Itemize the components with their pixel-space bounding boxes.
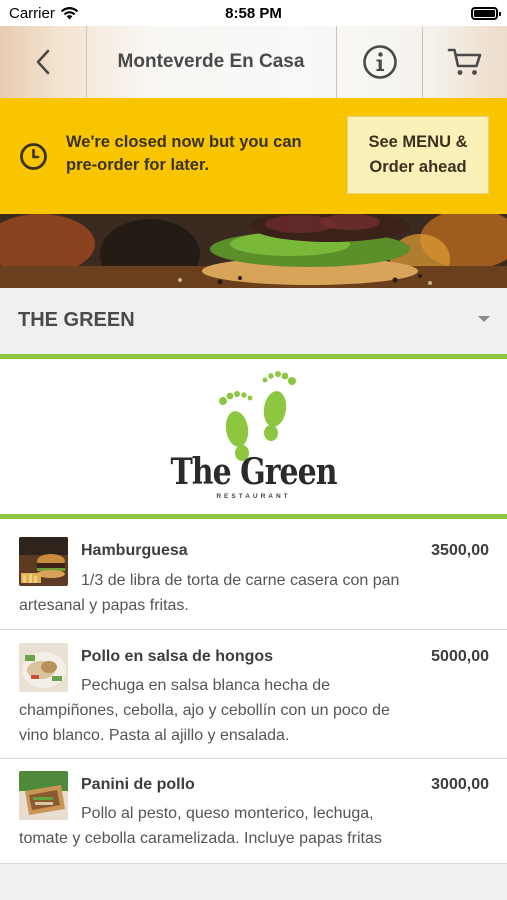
menu-item-name: Panini de pollo bbox=[81, 776, 195, 793]
logo-subtitle: RESTAURANT bbox=[216, 493, 291, 500]
menu-item-description: Pollo al pesto, queso monterico, lechuga… bbox=[19, 805, 382, 847]
info-button[interactable] bbox=[337, 26, 422, 98]
footprints-logo-icon bbox=[219, 371, 296, 461]
back-button[interactable] bbox=[0, 26, 86, 98]
menu-item-name: Hamburguesa bbox=[81, 542, 188, 559]
menu-list: Hamburguesa 3500,00 1/3 de libra de tort… bbox=[0, 519, 507, 864]
menu-item-name: Pollo en salsa de hongos bbox=[81, 648, 274, 665]
caret-down-icon bbox=[478, 316, 490, 322]
selector-label: THE GREEN bbox=[18, 308, 135, 331]
burger-photo bbox=[0, 214, 507, 288]
menu-item-description: 1/3 de libra de torta de carne casera co… bbox=[19, 572, 400, 614]
menu-item[interactable]: Hamburguesa 3500,00 1/3 de libra de tort… bbox=[0, 519, 507, 630]
chevron-left-icon bbox=[36, 49, 50, 75]
clock-icon bbox=[20, 143, 47, 170]
restaurant-selector[interactable]: THE GREEN bbox=[0, 288, 507, 352]
page-title: Monteverde En Casa bbox=[117, 51, 305, 72]
status-bar: Carrier 8:58 PM bbox=[0, 0, 507, 26]
restaurant-logo: The Green RESTAURANT bbox=[0, 359, 507, 514]
battery-icon bbox=[471, 6, 501, 20]
closed-message: We're closed now but you can pre-order f… bbox=[66, 133, 302, 174]
logo-wordmark: The Green bbox=[170, 451, 337, 494]
menu-item[interactable]: Pollo en salsa de hongos 5000,00 Pechuga… bbox=[0, 630, 507, 759]
menu-item-description: Pechuga en salsa blanca hecha de champiñ… bbox=[19, 677, 390, 744]
menu-item[interactable]: Panini de pollo 3000,00 Pollo al pesto, … bbox=[0, 759, 507, 864]
info-icon bbox=[362, 45, 397, 79]
cart-button[interactable] bbox=[423, 26, 507, 98]
nav-bar: Monteverde En Casa bbox=[0, 26, 507, 98]
cart-icon bbox=[447, 48, 482, 75]
see-menu-order-ahead-button[interactable]: See MENU & Order ahead bbox=[347, 116, 489, 194]
menu-item-price: 5000,00 bbox=[431, 648, 489, 665]
status-time: 8:58 PM bbox=[225, 4, 282, 22]
menu-item-price: 3500,00 bbox=[431, 542, 489, 559]
menu-item-price: 3000,00 bbox=[431, 776, 489, 793]
hero-image bbox=[0, 214, 507, 288]
closed-banner: We're closed now but you can pre-order f… bbox=[0, 98, 507, 214]
